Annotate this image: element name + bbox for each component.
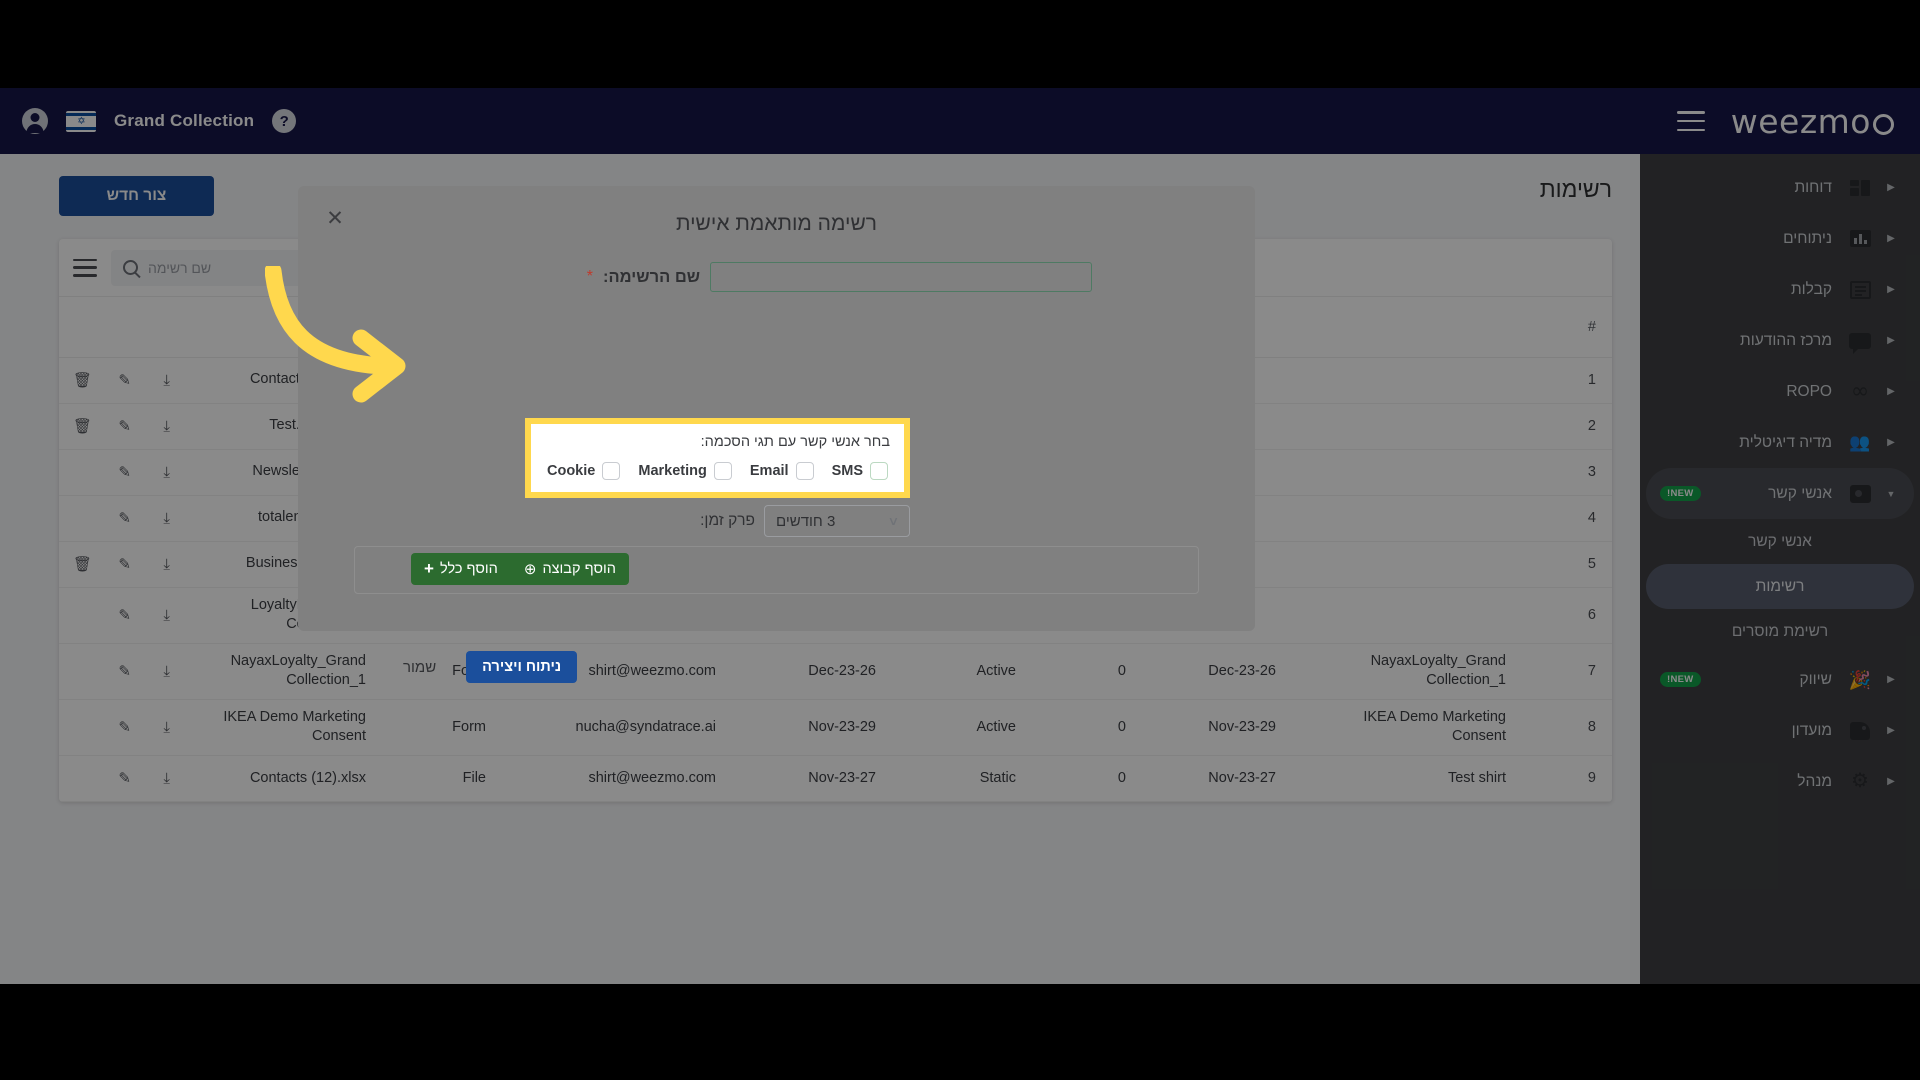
consent-option-marketing[interactable]: Marketing [638,462,732,480]
application-root: ✡ Grand Collection ? weezmo ▶ דוחות ▶ ני… [0,88,1920,984]
add-rule-label: הוסף כלל [439,561,498,577]
consent-option-email[interactable]: Email [750,462,814,480]
consent-checkbox-marketing[interactable] [713,462,732,480]
period-label: פרק זמן: [700,512,755,529]
consent-label-email: Email [749,463,789,479]
period-selected-value: 3 חודשים [776,512,836,530]
letterbox-top [0,0,1920,88]
consent-options: Cookie Marketing Email SMS [545,462,890,480]
period-row: פרק זמן: 3 חודשים ∨ [700,505,910,537]
add-group-label: הוסף קבוצה [542,561,616,577]
list-name-input[interactable] [710,262,1092,292]
consent-tags-highlight: בחר אנשי קשר עם תגי הסכמה: Cookie Market… [525,418,910,498]
list-name-label: שם הרשימה: [603,267,700,286]
custom-list-modal: ✕ רשימה מותאמת אישית * שם הרשימה: בחר אנ… [298,186,1255,683]
consent-title: בחר אנשי קשר עם תגי הסכמה: [700,434,890,450]
analyze-create-button[interactable]: ניתוח ויצירה [466,651,578,683]
plus-circle-icon: ⊕ [523,561,537,578]
required-asterisk: * [586,268,594,285]
consent-checkbox-sms[interactable] [870,462,888,480]
plus-icon: + [424,559,434,578]
list-name-row: * שם הרשימה: [587,262,1092,292]
consent-label-marketing: Marketing [638,463,707,479]
consent-checkbox-cookie[interactable] [602,462,621,480]
rule-buttons-group: הוסף כלל + הוסף קבוצה ⊕ [411,553,629,585]
period-select[interactable]: 3 חודשים ∨ [764,505,910,537]
modal-title: רשימה מותאמת אישית [675,212,878,235]
consent-label-sms: SMS [831,463,863,479]
add-rule-button[interactable]: הוסף כלל + [411,553,511,585]
save-button[interactable]: שמור [403,659,436,676]
consent-tags-panel: בחר אנשי קשר עם תגי הסכמה: Cookie Market… [531,424,904,492]
modal-actions: שמור ניתוח ויצירה [403,651,578,683]
chevron-down-icon: ∨ [887,514,900,528]
letterbox-bottom [0,984,1920,1080]
consent-option-cookie[interactable]: Cookie [547,462,621,480]
consent-checkbox-email[interactable] [795,462,814,480]
consent-label-cookie: Cookie [547,463,596,479]
consent-option-sms[interactable]: SMS [832,462,888,480]
add-group-button[interactable]: הוסף קבוצה ⊕ [511,553,629,585]
